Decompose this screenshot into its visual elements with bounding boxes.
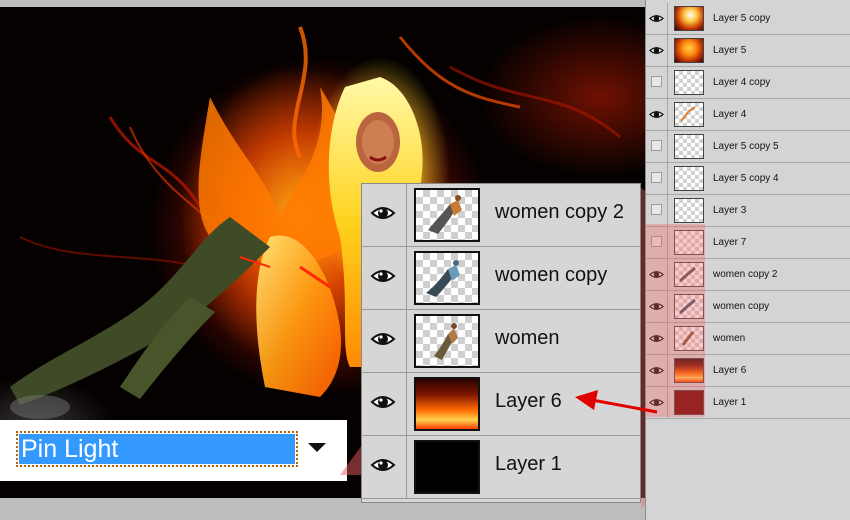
layer-thumbnail — [674, 70, 704, 95]
layer-visibility-cell[interactable] — [646, 163, 668, 194]
empty-visibility-box[interactable] — [651, 140, 662, 151]
layer-thumbnail — [674, 262, 704, 287]
layer-thumbnail — [674, 294, 704, 319]
top-bar — [0, 0, 645, 7]
layer-visibility-cell[interactable] — [646, 67, 668, 98]
blend-mode-field[interactable]: Pin Light — [16, 431, 298, 467]
layer-row[interactable]: Layer 4 — [646, 99, 850, 131]
layer-name: Layer 5 copy 4 — [713, 173, 779, 184]
zoom-layer-name: Layer 6 — [495, 390, 562, 412]
layer-thumbnail — [674, 166, 704, 191]
zoom-layer-name: Layer 1 — [495, 453, 562, 475]
layer-visibility-cell[interactable] — [646, 387, 668, 418]
empty-visibility-box[interactable] — [651, 76, 662, 87]
layer-visibility-cell[interactable] — [646, 99, 668, 130]
layer-name: Layer 7 — [713, 237, 747, 248]
layer-row[interactable]: Layer 5 copy — [646, 3, 850, 35]
layer-visibility-cell[interactable] — [646, 131, 668, 162]
zoom-layer-thumbnail — [414, 188, 480, 242]
layer-visibility-cell[interactable] — [646, 323, 668, 354]
eye-icon[interactable] — [649, 333, 664, 344]
empty-visibility-box[interactable] — [651, 204, 662, 215]
layer-row[interactable]: women copy 2 — [646, 259, 850, 291]
layer-visibility-cell[interactable] — [646, 35, 668, 66]
eye-icon[interactable] — [649, 109, 664, 120]
zoom-layer-row[interactable]: Layer 1 — [362, 436, 640, 499]
zoom-layer-thumbnail — [414, 377, 480, 431]
zoom-layer-thumbnail — [414, 314, 480, 368]
layer-thumbnail — [674, 38, 704, 63]
blend-mode-dropdown[interactable]: Pin Light — [14, 431, 337, 469]
layer-visibility-cell[interactable] — [646, 195, 668, 226]
layer-thumbnail — [674, 134, 704, 159]
layer-name: women — [713, 333, 746, 344]
layer-visibility-cell[interactable] — [646, 3, 668, 34]
triangle-down-icon[interactable] — [308, 443, 326, 452]
layer-name: women copy 2 — [713, 269, 778, 280]
layer-row[interactable]: Layer 3 — [646, 195, 850, 227]
layer-name: Layer 5 copy — [713, 13, 771, 24]
zoom-layer-row[interactable]: women — [362, 310, 640, 373]
eye-icon[interactable] — [370, 329, 396, 349]
layer-visibility-cell[interactable] — [646, 227, 668, 258]
layer-name: Layer 5 — [713, 45, 747, 56]
layer-visibility-cell[interactable] — [646, 355, 668, 386]
eye-icon[interactable] — [649, 269, 664, 280]
layers-panel: Layer 5 copy Layer 5 Layer 4 copy Layer … — [645, 0, 850, 520]
layer-row[interactable]: Layer 5 — [646, 35, 850, 67]
empty-visibility-box[interactable] — [651, 236, 662, 247]
zoom-layer-thumbnail — [414, 251, 480, 305]
layer-row[interactable]: Layer 1 — [646, 387, 850, 419]
layer-name: women copy — [713, 301, 770, 312]
eye-icon[interactable] — [649, 13, 664, 24]
eye-icon[interactable] — [370, 392, 396, 412]
layer-name: Layer 3 — [713, 205, 747, 216]
layer-row[interactable]: women copy — [646, 291, 850, 323]
blend-mode-value: Pin Light — [19, 434, 295, 464]
layer-thumbnail — [674, 326, 704, 351]
eye-icon[interactable] — [649, 301, 664, 312]
layer-row[interactable]: women — [646, 323, 850, 355]
eye-icon[interactable] — [370, 266, 396, 286]
layer-row[interactable]: Layer 4 copy — [646, 67, 850, 99]
layer-row[interactable]: Layer 6 — [646, 355, 850, 387]
zoom-visibility-cell[interactable] — [362, 184, 407, 246]
layer-thumbnail — [674, 358, 704, 383]
layer-name: Layer 4 — [713, 109, 747, 120]
zoom-layer-thumbnail — [414, 440, 480, 494]
empty-visibility-box[interactable] — [651, 172, 662, 183]
layer-thumbnail — [674, 102, 704, 127]
layer-name: Layer 1 — [713, 397, 747, 408]
zoom-layer-name: women — [495, 327, 560, 349]
eye-icon[interactable] — [370, 203, 396, 223]
eye-icon[interactable] — [649, 45, 664, 56]
zoom-layer-row[interactable]: women copy 2 — [362, 184, 640, 247]
layer-row[interactable]: Layer 5 copy 4 — [646, 163, 850, 195]
zoom-layer-row[interactable]: Layer 6 — [362, 373, 640, 436]
zoom-visibility-cell[interactable] — [362, 373, 407, 435]
layer-row[interactable]: Layer 5 copy 5 — [646, 131, 850, 163]
eye-icon[interactable] — [649, 365, 664, 376]
layer-thumbnail — [674, 6, 704, 31]
zoom-layer-name: women copy — [495, 264, 608, 286]
layer-row[interactable]: Layer 7 — [646, 227, 850, 259]
layer-thumbnail — [674, 390, 704, 415]
layer-thumbnail — [674, 230, 704, 255]
layer-name: Layer 4 copy — [713, 77, 771, 88]
zoom-visibility-cell[interactable] — [362, 310, 407, 372]
layer-name: Layer 5 copy 5 — [713, 141, 779, 152]
eye-icon[interactable] — [370, 455, 396, 475]
eye-icon[interactable] — [649, 397, 664, 408]
zoom-layer-name: women copy 2 — [495, 201, 624, 223]
layer-name: Layer 6 — [713, 365, 747, 376]
layer-thumbnail — [674, 198, 704, 223]
zoom-layer-row[interactable]: women copy — [362, 247, 640, 310]
layers-zoom-panel: women copy 2 women copy women Layer 6 La… — [361, 183, 641, 503]
zoom-visibility-cell[interactable] — [362, 436, 407, 498]
layer-visibility-cell[interactable] — [646, 291, 668, 322]
layer-visibility-cell[interactable] — [646, 259, 668, 290]
zoom-visibility-cell[interactable] — [362, 247, 407, 309]
